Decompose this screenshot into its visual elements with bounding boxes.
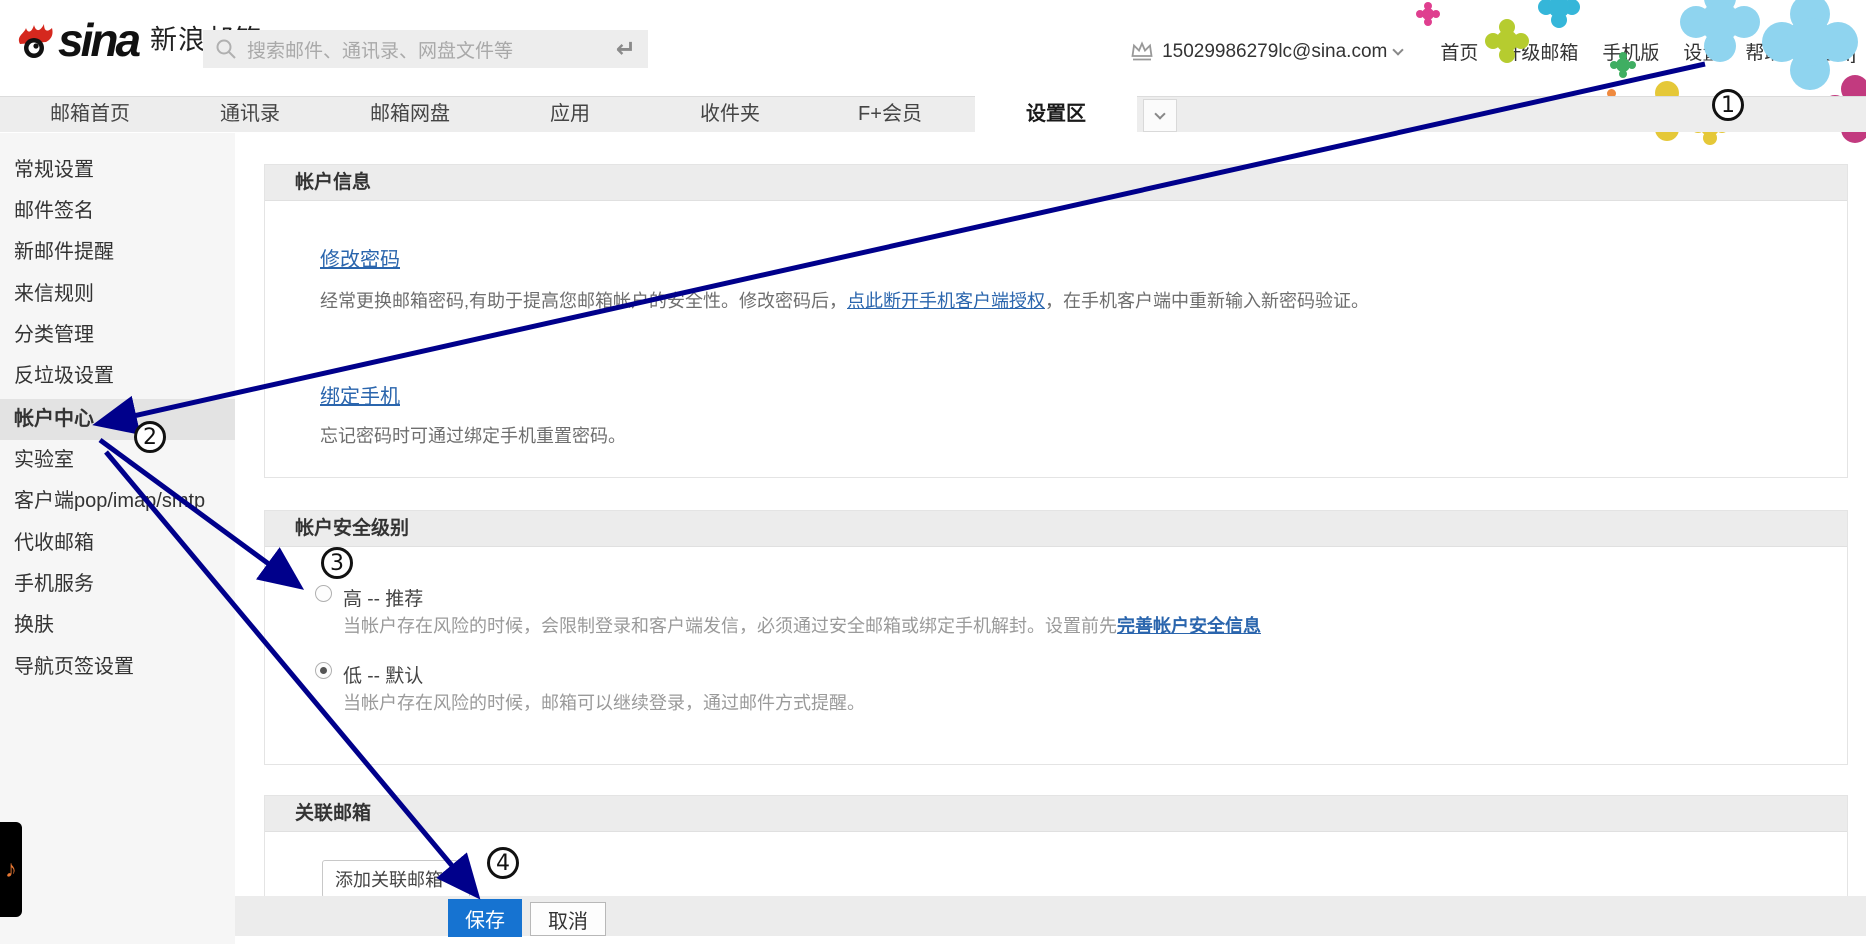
sidebar-item-nav-tabs[interactable]: 导航页签设置 <box>0 647 235 688</box>
nav-settings-link[interactable]: 设置 <box>1683 38 1721 65</box>
header-account-nav: 15029986279lc@sina.com 首页 升级邮箱 手机版 设置 帮助… <box>1129 38 1856 65</box>
sina-mail-settings-page: sina 新浪邮箱 搜索邮件、通讯录、网盘文件等 ↵ 15029986279lc… <box>0 0 1866 944</box>
radio-security-high-label[interactable]: 高 -- 推荐 <box>343 584 423 611</box>
nav-help-link[interactable]: 帮助 <box>1745 38 1783 65</box>
change-password-desc: 经常更换邮箱密码,有助于提高您邮箱帐户的安全性。修改密码后，点此断开手机客户端授… <box>320 287 1369 313</box>
sidebar-item-general[interactable]: 常规设置 <box>0 150 235 191</box>
flower-decoration <box>1422 8 1434 20</box>
annotation-step-3: 3 <box>321 547 353 579</box>
section-account-info-title: 帐户信息 <box>265 165 1847 201</box>
sidebar-item-new-mail-alert[interactable]: 新邮件提醒 <box>0 232 235 273</box>
change-password-link[interactable]: 修改密码 <box>320 243 400 272</box>
search-enter-icon[interactable]: ↵ <box>616 35 636 64</box>
sidebar-item-pop-imap-smtp[interactable]: 客户端pop/imap/smtp <box>0 481 235 522</box>
security-low-desc: 当帐户存在风险的时候，邮箱可以继续登录，通过邮件方式提醒。 <box>343 689 865 715</box>
nav-mobile-link[interactable]: 手机版 <box>1602 38 1659 65</box>
sina-flame-eye-icon <box>14 19 58 61</box>
bind-phone-desc: 忘记密码时可通过绑定手机重置密码。 <box>320 422 626 448</box>
nav-home-link[interactable]: 首页 <box>1440 38 1478 65</box>
sidebar-item-collect-mail[interactable]: 代收邮箱 <box>0 523 235 564</box>
account-menu[interactable]: 15029986279lc@sina.com <box>1129 41 1402 63</box>
flower-decoration <box>1496 30 1518 52</box>
search-icon <box>215 38 237 60</box>
radio-dot <box>320 667 327 674</box>
tab-inbox[interactable]: 收件夹 <box>700 96 760 132</box>
music-note-icon: ♪ <box>5 856 17 884</box>
section-security-level-title: 帐户安全级别 <box>265 511 1847 547</box>
bind-phone-link[interactable]: 绑定手机 <box>320 380 400 409</box>
flower-decoration <box>1700 2 1740 42</box>
radio-security-high[interactable] <box>315 585 332 602</box>
logo-brand-text: sina <box>58 20 138 61</box>
section-linked-mail-title: 关联邮箱 <box>265 796 1847 832</box>
flower-decoration <box>1548 0 1570 18</box>
sidebar-item-lab[interactable]: 实验室 <box>0 440 235 481</box>
tab-dropdown-button[interactable] <box>1143 99 1177 132</box>
revoke-mobile-auth-link[interactable]: 点此断开手机客户端授权 <box>847 291 1045 311</box>
tab-mail-home[interactable]: 邮箱首页 <box>50 96 130 132</box>
tab-contacts[interactable]: 通讯录 <box>220 96 280 132</box>
chevron-down-icon[interactable] <box>1393 44 1404 55</box>
add-linked-mail-dropdown[interactable]: 添加关联邮箱 <box>322 860 470 898</box>
radio-security-low-checked[interactable] <box>315 662 332 679</box>
sidebar-item-mobile-service[interactable]: 手机服务 <box>0 564 235 605</box>
radio-security-low-label[interactable]: 低 -- 默认 <box>343 661 423 688</box>
sidebar-item-account-center[interactable]: 帐户中心 <box>0 399 235 440</box>
tab-f-member[interactable]: F+会员 <box>858 96 922 132</box>
search-placeholder: 搜索邮件、通讯录、网盘文件等 <box>247 36 616 63</box>
complete-security-info-link[interactable]: 完善帐户安全信息 <box>1117 616 1261 636</box>
security-high-desc: 当帐户存在风险的时候，会限制登录和客户端发信，必须通过安全邮箱或绑定手机解封。设… <box>343 612 1261 638</box>
annotation-step-2: 2 <box>134 421 166 453</box>
sidebar-item-antispam[interactable]: 反垃圾设置 <box>0 356 235 397</box>
footer-white-strip <box>235 936 1866 944</box>
security-high-desc-pre: 当帐户存在风险的时候，会限制登录和客户端发信，必须通过安全邮箱或绑定手机解封。设… <box>343 616 1117 636</box>
music-widget[interactable]: ♪ <box>0 822 22 917</box>
cancel-button[interactable]: 取消 <box>530 902 606 936</box>
crown-icon <box>1129 41 1155 63</box>
tab-apps[interactable]: 应用 <box>550 96 590 132</box>
annotation-step-4: 4 <box>487 847 519 879</box>
tab-net-disk[interactable]: 邮箱网盘 <box>370 96 450 132</box>
sidebar-item-signature[interactable]: 邮件签名 <box>0 191 235 232</box>
change-password-desc-pre: 经常更换邮箱密码,有助于提高您邮箱帐户的安全性。修改密码后， <box>320 291 847 311</box>
sidebar-item-categories[interactable]: 分类管理 <box>0 315 235 356</box>
annotation-step-1: 1 <box>1712 89 1744 121</box>
sidebar-item-mail-rules[interactable]: 来信规则 <box>0 274 235 315</box>
tab-settings-selected[interactable]: 设置区 <box>975 96 1137 133</box>
add-linked-mail-label: 添加关联邮箱 <box>335 866 443 892</box>
chevron-down-icon <box>451 873 459 881</box>
user-email: 15029986279lc@sina.com <box>1162 41 1387 63</box>
save-button[interactable]: 保存 <box>448 899 522 937</box>
chevron-down-icon <box>1154 108 1165 119</box>
flower-decoration <box>1616 58 1630 72</box>
search-input[interactable]: 搜索邮件、通讯录、网盘文件等 ↵ <box>203 30 648 68</box>
flower-decoration <box>1786 18 1834 66</box>
sidebar-item-skin[interactable]: 换肤 <box>0 605 235 646</box>
change-password-desc-post: ，在手机客户端中重新输入新密码验证。 <box>1045 291 1369 311</box>
